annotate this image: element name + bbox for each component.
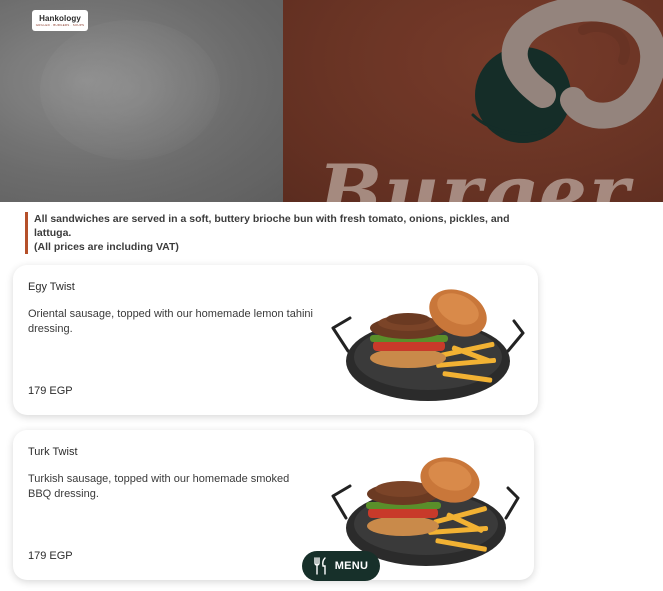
vat-note: (All prices are including VAT) xyxy=(34,241,179,253)
menu-button[interactable]: MENU xyxy=(302,551,380,581)
item-name: Turk Twist xyxy=(28,446,78,458)
item-name: Egy Twist xyxy=(28,281,75,293)
brand-name: Hankology xyxy=(39,14,81,23)
item-description: Turkish sausage, topped with our homemad… xyxy=(28,473,290,500)
item-price: 179 EGP xyxy=(28,385,73,397)
hero-banner: Burger Hankology GRILLED · BURGERS · SOU… xyxy=(0,0,663,202)
menu-item-card[interactable]: Egy Twist Oriental sausage, topped with … xyxy=(13,265,538,415)
menu-item-card[interactable]: Turk Twist Turkish sausage, topped with … xyxy=(13,430,534,580)
item-description: Oriental sausage, topped with our homema… xyxy=(28,308,313,335)
menu-notice: All sandwiches are served in a soft, but… xyxy=(25,212,545,254)
menu-button-label: MENU xyxy=(334,560,369,572)
item-price: 179 EGP xyxy=(28,550,73,562)
notice-line: All sandwiches are served in a soft, but… xyxy=(34,213,510,239)
brand-tagline: GRILLED · BURGERS · SOUPS xyxy=(35,23,85,27)
brand-logo[interactable]: Hankology GRILLED · BURGERS · SOUPS xyxy=(32,10,88,31)
cutlery-icon xyxy=(314,557,326,575)
burger-image xyxy=(331,289,525,401)
